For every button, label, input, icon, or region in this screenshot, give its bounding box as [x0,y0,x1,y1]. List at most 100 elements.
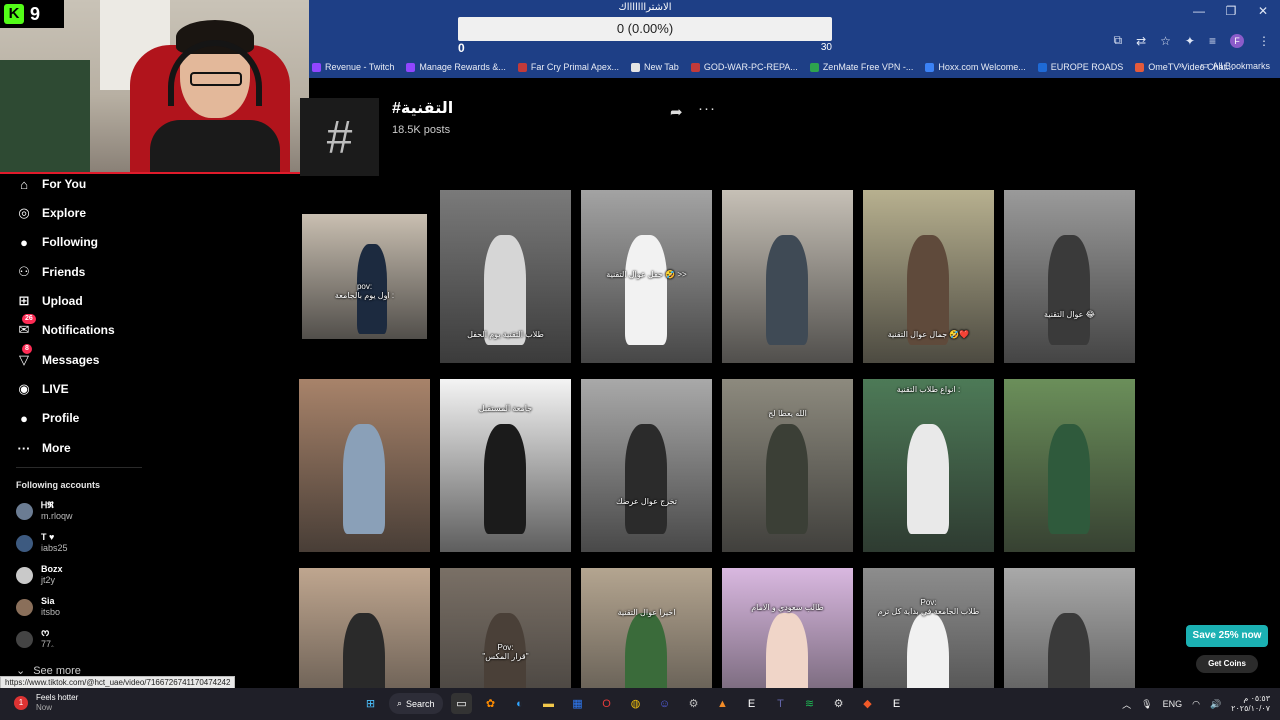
thumbnail-figure [625,235,667,345]
restore-button[interactable]: ❐ [1224,4,1238,18]
following-account[interactable]: T ♥ iabs25 [16,532,68,554]
minimize-button[interactable]: — [1192,4,1206,18]
edge-icon[interactable]: ◐ [509,693,530,714]
get-coins-button[interactable]: Get Coins [1196,655,1258,673]
account-handle: jt2y [41,575,56,585]
taskbar-search[interactable]: ⌕ Search [389,693,443,714]
sidebar-item-more[interactable]: ··· More [16,438,71,458]
sidebar-item-notifications[interactable]: ✉ 26 Notifications [16,314,115,340]
app-icon[interactable]: ⚙ [683,693,704,714]
bookmark-label: Manage Rewards &... [419,62,506,72]
epic-games-icon[interactable]: E [741,693,762,714]
cast-icon[interactable]: ⧉ [1114,33,1123,48]
following-account[interactable]: Bozx jt2y [16,564,63,586]
following-account[interactable]: Ꮋ𝕽 m.rloqw [16,500,73,522]
media-icon[interactable]: ≡ [1209,34,1216,48]
video-thumbnail[interactable]: تخرج عوال عرضك [581,379,712,552]
video-thumbnail[interactable] [722,190,853,363]
sidebar-item-for-you[interactable]: ⌂ For You [16,174,86,194]
sidebar-item-friends[interactable]: ⚇ Friends [16,262,85,282]
language-indicator[interactable]: ENG [1163,699,1183,709]
sidebar-item-messages[interactable]: ▽ 8 Messages [16,344,100,370]
opera-icon[interactable]: O [596,693,617,714]
bookmark-item[interactable]: Far Cry Primal Apex... [517,62,619,72]
video-thumbnail[interactable]: طلاب التقنية يوم الحفل [440,190,571,363]
sidebar-item-live[interactable]: ◉ LIVE [16,379,69,399]
app-icon[interactable]: ◆ [857,693,878,714]
following-accounts-header: Following accounts [16,480,101,490]
volume-icon[interactable]: 🔊 [1210,699,1221,710]
video-thumbnail[interactable]: حفل عوال التقنية 🤣 >> [581,190,712,363]
task-view-icon[interactable]: ▭ [451,693,472,714]
streamer-body [150,120,280,172]
more-options-icon[interactable]: ··· [698,100,716,117]
video-thumbnail[interactable]: جمال عوال التقنية 🤣❤️ [863,190,994,363]
video-thumbnail[interactable] [299,379,430,552]
copilot-icon[interactable]: ✿ [480,693,501,714]
all-bookmarks-button[interactable]: ▭ All Bookmarks [1200,60,1270,71]
bookmark-item[interactable]: Manage Rewards &... [406,62,506,72]
following-account[interactable]: Sia itsbo [16,596,60,618]
bookmark-favicon-icon [406,62,416,72]
following-account[interactable]: ᰔ ۦ77 [16,628,54,650]
save-offer-button[interactable]: Save 25% now [1186,625,1268,647]
weather-widget[interactable]: 1 Feels hotter Now [14,693,78,713]
video-thumbnail[interactable] [1004,379,1135,552]
steam-icon[interactable]: ⚙ [828,693,849,714]
video-thumbnail[interactable]: جامعة المستقبل [440,379,571,552]
video-thumbnail[interactable]: عوال التقنية 😂 [1004,190,1135,363]
extensions-icon[interactable]: ✦ [1185,34,1195,48]
profile-icon[interactable]: F [1230,33,1244,48]
sidebar-item-upload[interactable]: ⊞ Upload [16,291,83,311]
avatar [16,534,33,552]
sidebar-item-following[interactable]: ● Following [16,232,98,252]
live-icon: ◉ [18,381,30,396]
thumbnail-figure [1048,235,1090,345]
account-name: T ♥ [41,532,55,542]
bookmark-item[interactable]: ZenMate Free VPN -... [809,62,913,72]
video-thumbnail[interactable]: انواع طلاب التقنية : [863,379,994,552]
bookmark-item[interactable]: EUROPE ROADS [1037,62,1123,72]
bookmark-item[interactable]: Revenue - Twitch [312,62,394,72]
microphone-icon[interactable]: 🎙 [1141,699,1152,710]
video-thumbnail[interactable] [299,568,430,688]
file-explorer-icon[interactable]: ▬ [538,693,559,714]
notification-badge: 8 [22,344,32,354]
video-thumbnail[interactable]: Pov: طلاب الجامعة في بداية كل ترم [863,568,994,688]
sub-goal-min: 0 [458,41,465,55]
bookmark-item[interactable]: Hoxx.com Welcome... [925,62,1026,72]
store-icon[interactable]: ▦ [567,693,588,714]
video-thumbnail[interactable]: Pov: "قرار المكس" [440,568,571,688]
app-icon[interactable]: ▲ [712,693,733,714]
spotify-icon[interactable]: ≋ [799,693,820,714]
share-icon[interactable]: ➦ [670,103,683,121]
sidebar-item-label: LIVE [42,382,69,396]
video-thumbnail[interactable]: طالب سعودي و الامام [722,568,853,688]
chrome-icon[interactable]: ◍ [625,693,646,714]
bookmarks-overflow-icon[interactable]: » [1178,60,1184,71]
teams-icon[interactable]: T [770,693,791,714]
wifi-icon[interactable]: ◠ [1192,699,1200,710]
thumbnail-caption: pov: اول يوم بالجامعة : [334,282,395,300]
bookmark-item[interactable]: New Tab [630,62,679,72]
sidebar-item-explore[interactable]: ◎ Explore [16,203,86,223]
translate-icon[interactable]: ⇄ [1136,34,1146,48]
epic-games-icon[interactable]: E [886,693,907,714]
clock[interactable]: ٠٥:٥٣ م ٢٠٢٥/١٠/٠٧ [1231,694,1270,714]
sidebar-item-label: Messages [42,353,100,367]
sidebar-item-profile[interactable]: ● Profile [16,408,79,428]
video-thumbnail[interactable]: pov: اول يوم بالجامعة : [302,214,427,339]
video-thumbnail[interactable] [1004,568,1135,688]
bookmark-item[interactable]: GOD-WAR-PC-REPA... [690,62,798,72]
video-thumbnail[interactable]: اخيرا عوال التقنية [581,568,712,688]
thumbnail-caption: طلاب التقنية يوم الحفل [467,330,544,339]
chevron-up-icon[interactable]: ︿ [1122,698,1131,711]
close-button[interactable]: ✕ [1256,4,1270,18]
more-icon: ··· [17,440,31,456]
video-thumbnail[interactable]: الله يعطا لج [722,379,853,552]
start-icon[interactable]: ⊞ [360,693,381,714]
menu-icon[interactable]: ⋮ [1258,34,1270,48]
star-icon[interactable]: ☆ [1160,34,1171,48]
bookmarks-bar: Revenue - Twitch Manage Rewards &... Far C… [308,56,1280,78]
discord-icon[interactable]: ☺ [654,693,675,714]
